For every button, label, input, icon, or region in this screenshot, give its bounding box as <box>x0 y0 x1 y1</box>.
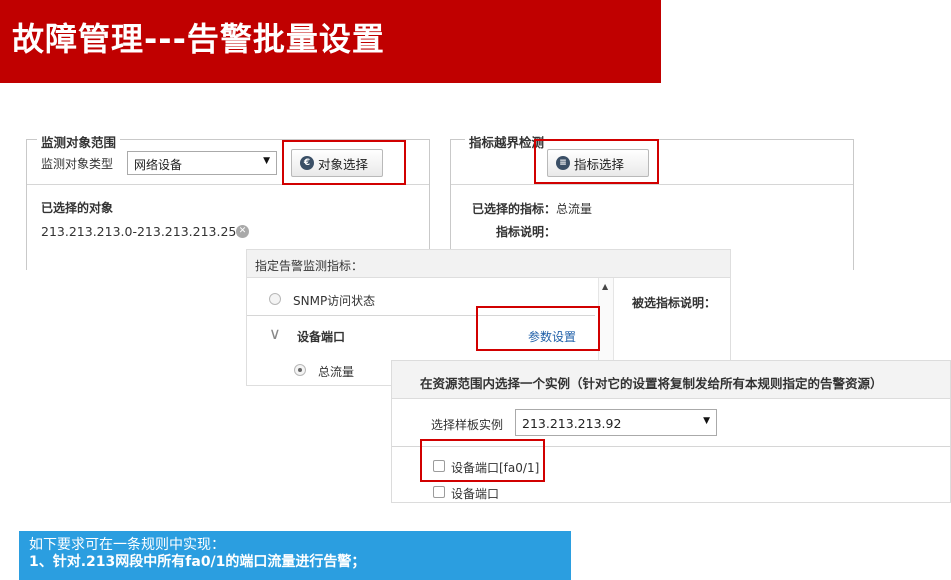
note-line-1: 如下要求可在一条规则中实现： <box>29 537 225 553</box>
port-label: 设备端口 <box>451 487 500 501</box>
object-type-label: 监测对象类型 <box>41 157 114 171</box>
total-flow-label: 总流量 <box>318 365 355 379</box>
device-port-label: 设备端口 <box>297 330 346 344</box>
requirement-note: 如下要求可在一条规则中实现： 1、针对.213网段中所有fa0/1的端口流量进行… <box>19 531 571 580</box>
highlight-port-fa <box>420 439 545 482</box>
instance-panel-header-text: 在资源范围内选择一个实例（针对它的设置将复制发给所有本规则指定的告警资源） <box>420 376 883 391</box>
selected-objects-label: 已选择的对象 <box>41 201 114 215</box>
selected-metric-desc-label: 被选指标说明： <box>632 296 717 310</box>
monitor-scope-legend: 监测对象范围 <box>37 132 121 151</box>
port-checkbox[interactable] <box>433 486 445 498</box>
metric-desc-label: 指标说明： <box>496 225 557 239</box>
highlight-object-select <box>282 140 406 185</box>
metric-panel-header: 指定告警监测指标： <box>247 250 730 278</box>
template-instance-select[interactable]: 213.213.213.92 ▼ <box>515 409 717 436</box>
snmp-radio[interactable] <box>269 293 281 305</box>
chevron-down-icon[interactable]: ∨ <box>269 324 281 343</box>
selected-metric-label: 已选择的指标： <box>472 202 557 216</box>
note-line-2: 1、针对.213网段中所有fa0/1的端口流量进行告警； <box>29 554 366 570</box>
dropdown-arrow-icon: ▼ <box>263 156 270 166</box>
total-flow-radio[interactable] <box>294 364 306 376</box>
object-type-select[interactable]: 网络设备 ▼ <box>127 151 277 175</box>
selected-objects-value: 213.213.213.0-213.213.213.255 <box>41 224 245 239</box>
selected-metric-value: 总流量 <box>556 202 593 216</box>
snmp-label: SNMP访问状态 <box>293 294 376 308</box>
template-instance-label: 选择样板实例 <box>431 418 504 432</box>
metric-panel-header-text: 指定告警监测指标： <box>255 259 364 273</box>
instance-panel-header: 在资源范围内选择一个实例（针对它的设置将复制发给所有本规则指定的告警资源） <box>392 361 950 399</box>
template-instance-value: 213.213.213.92 <box>522 416 622 431</box>
title-banner: 故障管理---告警批量设置 <box>0 0 661 83</box>
highlight-param-settings <box>476 306 600 351</box>
scroll-up-icon[interactable]: ▲ <box>602 282 608 291</box>
selected-metric-row: 已选择的指标：总流量 <box>472 200 592 217</box>
highlight-metric-select <box>534 139 659 184</box>
panel-divider <box>451 184 853 185</box>
clear-selection-icon[interactable]: ✕ <box>236 225 249 238</box>
dropdown-arrow-icon: ▼ <box>703 416 710 426</box>
object-type-value: 网络设备 <box>134 158 183 172</box>
page-title: 故障管理---告警批量设置 <box>12 20 385 58</box>
